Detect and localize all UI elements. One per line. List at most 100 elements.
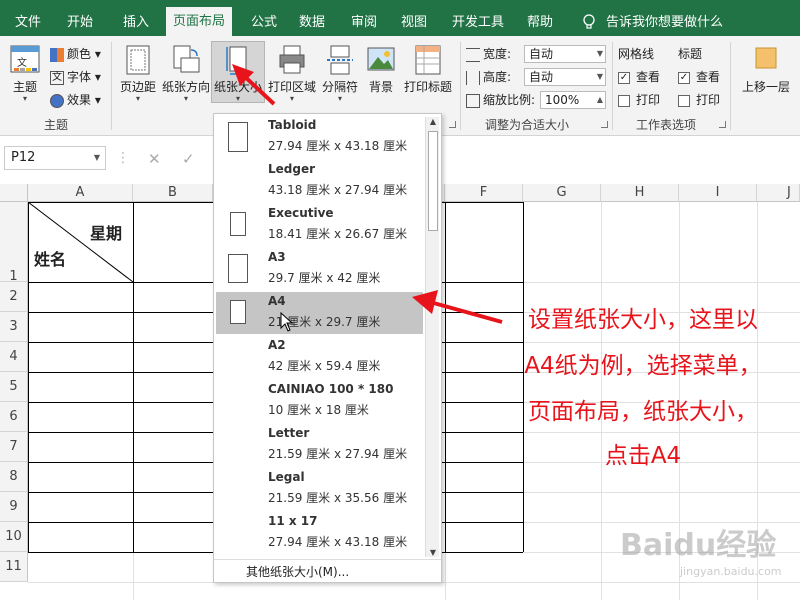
scroll-up-icon[interactable]: ▲ — [426, 117, 440, 126]
background-icon — [366, 44, 396, 76]
row-header[interactable]: 1 — [0, 202, 28, 284]
dropdown-scrollbar[interactable]: ▲ ▼ — [425, 117, 439, 557]
themes-button[interactable]: 文 主题 ▾ — [6, 44, 44, 103]
gridlines-view-checkbox[interactable]: ✓ 查看 — [618, 67, 660, 87]
row-header[interactable]: 8 — [0, 462, 28, 492]
column-header[interactable]: G — [523, 184, 601, 202]
chevron-down-icon: ▼ — [596, 72, 603, 81]
paper-size-dimensions: 43.18 厘米 x 27.94 厘米 — [268, 183, 408, 197]
cell-a1-top-label: 星期 — [90, 224, 123, 243]
scale-spinner[interactable]: 100% ▲ — [540, 91, 606, 109]
orientation-icon — [171, 44, 201, 76]
ribbon-tab-bar: 文件 开始 插入 页面布局 公式 数据 审阅 视图 开发工具 帮助 告诉我你想要… — [0, 0, 800, 36]
paper-size-option-ledger[interactable]: Ledger 43.18 厘米 x 27.94 厘米 — [216, 160, 423, 202]
tab-home[interactable]: 开始 — [58, 9, 102, 36]
scale-group-label: 调整为合适大小 — [485, 118, 570, 132]
row-header[interactable]: 10 — [0, 522, 28, 552]
print-titles-label: 打印标题 — [403, 80, 452, 94]
paper-size-option-letter[interactable]: Letter 21.59 厘米 x 27.94 厘米 — [216, 424, 423, 466]
bring-forward-button[interactable]: 上移一层 — [736, 44, 796, 95]
paper-size-option-11x17[interactable]: 11 x 17 27.94 厘米 x 43.18 厘米 — [216, 512, 423, 554]
group-divider — [460, 42, 461, 130]
group-divider — [730, 42, 731, 130]
tell-me-box[interactable]: 告诉我你想要做什么 — [582, 9, 723, 36]
colors-icon — [50, 47, 64, 62]
margins-button[interactable]: 页边距 ▾ — [118, 44, 158, 103]
column-header[interactable]: F — [445, 184, 523, 202]
tab-developer[interactable]: 开发工具 — [448, 9, 508, 36]
select-all-corner[interactable] — [0, 184, 28, 202]
height-label-row: 高度: — [466, 67, 511, 87]
breaks-button[interactable]: 分隔符 ▾ — [320, 44, 360, 103]
themes-label: 主题 — [12, 80, 37, 94]
effects-button[interactable]: 效果 ▾ — [50, 90, 101, 110]
column-header[interactable]: B — [133, 184, 213, 202]
column-header[interactable]: H — [601, 184, 679, 202]
checkbox-icon — [618, 94, 630, 107]
enter-icon[interactable]: ✓ — [182, 150, 195, 168]
gridlines-print-checkbox[interactable]: 打印 — [618, 90, 660, 110]
scrollbar-thumb[interactable] — [428, 131, 438, 231]
scale-icon — [466, 93, 480, 108]
tab-insert[interactable]: 插入 — [114, 9, 158, 36]
row-header[interactable]: 2 — [0, 282, 28, 312]
cancel-icon[interactable]: ✕ — [148, 150, 161, 168]
page-icon — [230, 212, 246, 236]
headings-view-checkbox[interactable]: ✓ 查看 — [678, 67, 720, 87]
chevron-down-icon: ▾ — [135, 94, 140, 103]
name-box[interactable]: P12 ▼ — [4, 146, 106, 170]
page-icon — [228, 122, 248, 152]
paper-size-option-cainiao[interactable]: CAINIAO 100 * 180 10 厘米 x 18 厘米 — [216, 380, 423, 422]
fonts-button[interactable]: 文字体 ▾ — [50, 67, 101, 87]
paper-size-option-a4[interactable]: A4 21 厘米 x 29.7 厘米 — [216, 292, 423, 334]
row-header[interactable]: 4 — [0, 342, 28, 372]
paper-size-option-a2[interactable]: A2 42 厘米 x 59.4 厘米 — [216, 336, 423, 378]
tab-review[interactable]: 审阅 — [342, 9, 386, 36]
gridlines-print-label: 打印 — [636, 93, 661, 107]
row-header[interactable]: 9 — [0, 492, 28, 522]
row-header[interactable]: 5 — [0, 372, 28, 402]
colors-button[interactable]: 颜色 ▾ — [50, 44, 101, 64]
page-setup-launcher-icon[interactable] — [449, 121, 456, 128]
paper-size-option-a3[interactable]: A3 29.7 厘米 x 42 厘米 — [216, 248, 423, 290]
colors-label: 颜色 — [67, 47, 92, 61]
scroll-down-icon[interactable]: ▼ — [426, 548, 440, 557]
row-header[interactable]: 3 — [0, 312, 28, 342]
width-select[interactable]: 自动 ▼ — [524, 45, 606, 63]
row-header[interactable]: 7 — [0, 432, 28, 462]
paper-size-dimensions: 21.59 厘米 x 27.94 厘米 — [268, 447, 408, 461]
tab-data[interactable]: 数据 — [290, 9, 334, 36]
chevron-down-icon: ▾ — [22, 94, 27, 103]
tab-file[interactable]: 文件 — [6, 9, 50, 36]
effects-label: 效果 — [67, 93, 92, 107]
paper-size-option-executive[interactable]: Executive 18.41 厘米 x 26.67 厘米 — [216, 204, 423, 246]
height-icon — [466, 70, 480, 85]
background-button[interactable]: 背景 — [364, 44, 398, 95]
sheet-options-launcher-icon[interactable] — [719, 121, 726, 128]
tab-page-layout[interactable]: 页面布局 — [166, 7, 232, 36]
height-select[interactable]: 自动 ▼ — [524, 68, 606, 86]
tab-view[interactable]: 视图 — [392, 9, 436, 36]
row-header[interactable]: 11 — [0, 552, 28, 582]
column-header[interactable]: I — [679, 184, 757, 202]
print-titles-icon — [413, 44, 443, 76]
tab-help[interactable]: 帮助 — [518, 9, 562, 36]
paper-size-option-tabloid[interactable]: Tabloid 27.94 厘米 x 43.18 厘米 — [216, 116, 423, 158]
paper-size-option-legal[interactable]: Legal 21.59 厘米 x 35.56 厘米 — [216, 468, 423, 510]
orientation-button[interactable]: 纸张方向 ▾ — [161, 44, 211, 103]
height-label: 高度: — [483, 70, 512, 84]
mouse-cursor-icon — [280, 312, 294, 332]
row-header[interactable]: 6 — [0, 402, 28, 432]
headings-print-checkbox[interactable]: 打印 — [678, 90, 720, 110]
more-paper-sizes-item[interactable]: 其他纸张大小(M)... — [214, 559, 441, 583]
chevron-down-icon: ▾ — [337, 94, 342, 103]
column-header[interactable]: J — [757, 184, 800, 202]
print-titles-button[interactable]: 打印标题 — [402, 44, 454, 95]
red-arrow-icon — [232, 64, 276, 106]
drag-handle-icon[interactable]: ⋮ — [116, 150, 130, 166]
paper-size-dimensions: 21.59 厘米 x 35.56 厘米 — [268, 491, 408, 505]
column-header[interactable]: A — [28, 184, 133, 202]
tab-formulas[interactable]: 公式 — [242, 9, 286, 36]
scale-launcher-icon[interactable] — [601, 121, 608, 128]
annotation-line: 页面布局，纸张大小， — [528, 399, 758, 425]
